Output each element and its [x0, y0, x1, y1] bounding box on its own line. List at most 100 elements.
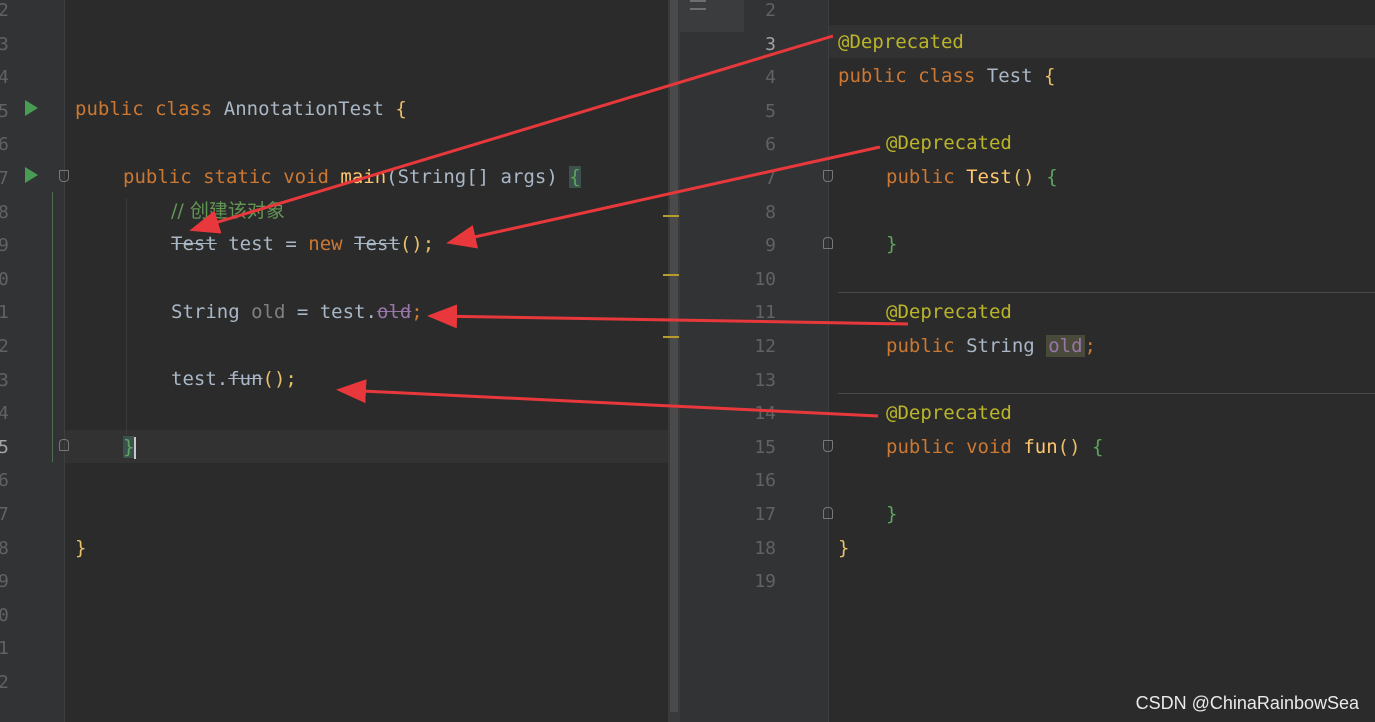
fold-icon[interactable] [823, 507, 833, 519]
line-number[interactable]: 5 [744, 101, 776, 122]
main-close-brace[interactable]: } [123, 436, 137, 459]
parameters: (String[] args) [386, 166, 558, 188]
line-number[interactable]: 2 [0, 1, 10, 21]
class-annotation[interactable]: @Deprecated [838, 31, 964, 53]
line-number[interactable]: 3 [0, 370, 10, 391]
brace: { [395, 98, 407, 120]
keyword: void [966, 436, 1012, 458]
call-tail: (); [262, 368, 297, 390]
brace: { [1046, 166, 1058, 188]
method-call-line[interactable]: test.fun(); [171, 368, 297, 390]
line-number[interactable]: 0 [0, 605, 10, 626]
line-number[interactable]: 8 [0, 538, 10, 559]
line-number[interactable]: 5 [0, 101, 10, 122]
minimap-icon[interactable] [690, 0, 706, 10]
constructor-declaration[interactable]: public Test() { [886, 166, 1058, 188]
line-number[interactable]: 7 [744, 169, 776, 189]
method-close[interactable]: } [886, 503, 897, 525]
brace: { [1091, 436, 1104, 458]
scroll-thumb[interactable] [670, 0, 678, 712]
class-close-brace[interactable]: } [75, 537, 86, 559]
method-name: fun [1023, 436, 1058, 458]
fold-icon[interactable] [59, 439, 69, 451]
line-number[interactable]: 1 [0, 639, 10, 659]
editor-splitter[interactable] [680, 0, 744, 722]
indent-guide [52, 192, 53, 462]
line-number[interactable]: 18 [744, 538, 776, 559]
line-number[interactable]: 2 [0, 673, 10, 693]
line-number[interactable]: 14 [744, 404, 776, 424]
line-number[interactable]: 6 [0, 135, 10, 155]
keyword: public [886, 335, 955, 357]
line-number[interactable]: 4 [744, 68, 776, 88]
left-editor[interactable]: 2 3 4 5 6 7 8 9 0 1 2 3 4 5 6 7 8 9 0 1 2 public class Annot… [0, 0, 680, 722]
fold-icon[interactable] [823, 440, 833, 452]
fold-icon[interactable] [823, 170, 833, 182]
line-number[interactable]: 9 [744, 236, 776, 256]
line-number[interactable]: 13 [744, 370, 776, 391]
field-annotation[interactable]: @Deprecated [886, 301, 1012, 323]
line-number[interactable]: 4 [0, 404, 10, 424]
class-declaration[interactable]: public class Test { [838, 65, 1055, 87]
line-number[interactable]: 8 [0, 202, 10, 223]
line-number[interactable]: 11 [744, 303, 776, 323]
line-number[interactable]: 4 [0, 68, 10, 88]
line-number[interactable]: 6 [744, 135, 776, 155]
class-declaration[interactable]: public class AnnotationTest { [75, 98, 407, 120]
fold-icon[interactable] [59, 170, 69, 182]
line-number[interactable]: 3 [0, 34, 10, 55]
line-number[interactable]: 3 [744, 34, 776, 55]
parens: () [1057, 436, 1081, 458]
new-object-line[interactable]: Test test = new Test(); [171, 233, 434, 255]
warning-marker[interactable] [663, 215, 679, 217]
line-number[interactable]: 7 [0, 505, 10, 525]
line-number[interactable]: 5 [0, 437, 10, 458]
right-editor[interactable]: 2 3 4 5 6 7 8 9 10 11 12 13 14 15 16 17 18 19 @Deprecated… [744, 0, 1375, 722]
parens: () [1011, 166, 1035, 188]
run-icon[interactable] [25, 100, 38, 116]
run-icon[interactable] [25, 167, 38, 183]
line-number[interactable]: 17 [744, 505, 776, 525]
warning-marker[interactable] [663, 336, 679, 338]
method-separator [838, 393, 1375, 394]
keyword: public [75, 98, 144, 120]
line-number[interactable]: 1 [0, 303, 10, 323]
line-number[interactable]: 10 [744, 269, 776, 290]
left-scrollbar[interactable] [668, 0, 680, 722]
line-number[interactable]: 8 [744, 202, 776, 223]
line-number[interactable]: 9 [0, 572, 10, 592]
line-number[interactable]: 19 [744, 572, 776, 592]
line-number[interactable]: 0 [0, 269, 10, 290]
keyword: public [123, 166, 192, 188]
field-declaration[interactable]: public String old; [886, 335, 1096, 357]
brace: } [123, 436, 135, 458]
line-number[interactable]: 16 [744, 471, 776, 491]
line-number[interactable]: 15 [744, 437, 776, 458]
class-close-brace[interactable]: } [838, 537, 849, 559]
line-number[interactable]: 6 [0, 471, 10, 491]
method-annotation[interactable]: @Deprecated [886, 402, 1012, 424]
line-number[interactable]: 12 [744, 337, 776, 357]
line-number[interactable]: 2 [744, 1, 776, 21]
keyword: void [283, 166, 329, 188]
field-access-line[interactable]: String old = test.old; [171, 301, 423, 323]
method-declaration[interactable]: public void fun() { [886, 436, 1103, 458]
line-number[interactable]: 2 [0, 337, 10, 357]
type: String [171, 301, 240, 323]
fold-icon[interactable] [823, 237, 833, 249]
brace: } [838, 537, 850, 559]
constructor-name: Test [966, 166, 1012, 188]
brace: { [569, 166, 581, 188]
method-name: main [340, 166, 387, 188]
brace: } [75, 537, 87, 559]
constructor-close[interactable]: } [886, 233, 897, 255]
keyword: class [918, 65, 976, 87]
line-number[interactable]: 9 [0, 236, 10, 256]
warning-marker[interactable] [663, 274, 679, 276]
comment[interactable]: // 创建该对象 [171, 200, 285, 222]
line-number[interactable]: 7 [0, 169, 10, 189]
main-method-declaration[interactable]: public static void main(String[] args) { [123, 166, 581, 188]
call-tail: (); [399, 233, 435, 255]
constructor-annotation[interactable]: @Deprecated [886, 132, 1012, 154]
brace: { [1043, 65, 1056, 87]
